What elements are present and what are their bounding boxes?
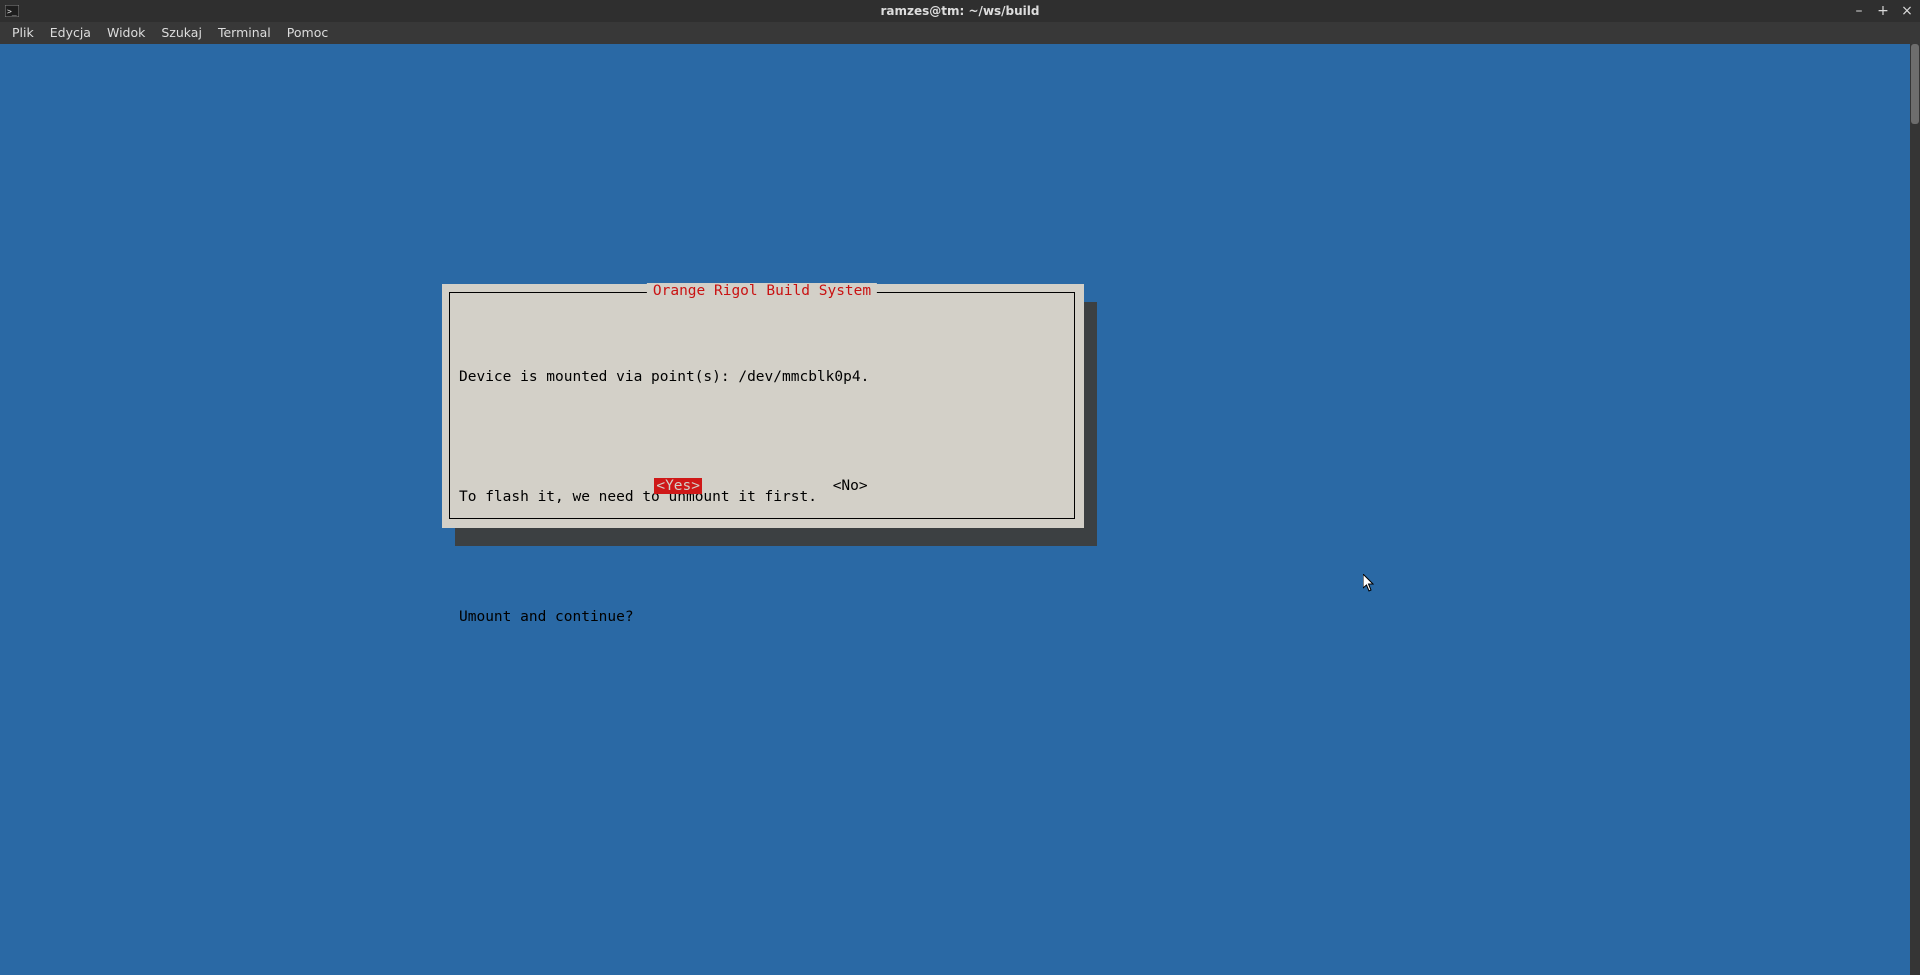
dialog: Orange Rigol Build System Device is moun… <box>442 284 1084 528</box>
cursor-icon <box>1363 574 1375 592</box>
window-controls: – + × <box>1852 4 1914 18</box>
no-button[interactable]: <No> <box>831 478 870 494</box>
menu-plik[interactable]: Plik <box>4 22 42 44</box>
titlebar: >_ ramzes@tm: ~/ws/build – + × <box>0 0 1920 22</box>
dialog-line: Device is mounted via point(s): /dev/mmc… <box>459 367 1065 387</box>
dialog-line <box>459 547 1065 567</box>
yes-button[interactable]: <Yes> <box>654 478 702 494</box>
dialog-line <box>459 427 1065 447</box>
scrollbar-thumb[interactable] <box>1911 44 1919 124</box>
menubar: Plik Edycja Widok Szukaj Terminal Pomoc <box>0 22 1920 44</box>
menu-szukaj[interactable]: Szukaj <box>153 22 210 44</box>
menu-terminal[interactable]: Terminal <box>210 22 279 44</box>
dialog-body: Device is mounted via point(s): /dev/mmc… <box>459 327 1065 667</box>
maximize-button[interactable]: + <box>1876 4 1890 18</box>
window-title: ramzes@tm: ~/ws/build <box>881 4 1040 18</box>
dialog-title: Orange Rigol Build System <box>647 283 877 299</box>
menu-pomoc[interactable]: Pomoc <box>279 22 336 44</box>
scrollbar-track[interactable] <box>1910 44 1920 975</box>
dialog-line: Umount and continue? <box>459 607 1065 627</box>
dialog-buttons: <Yes> <No> <box>450 478 1074 494</box>
svg-text:>_: >_ <box>7 7 17 16</box>
dialog-border: Orange Rigol Build System Device is moun… <box>449 292 1075 519</box>
close-button[interactable]: × <box>1900 4 1914 18</box>
menu-widok[interactable]: Widok <box>99 22 153 44</box>
terminal-icon: >_ <box>4 3 20 19</box>
terminal-area[interactable]: Orange Rigol Build System Device is moun… <box>0 44 1920 975</box>
minimize-button[interactable]: – <box>1852 4 1866 18</box>
menu-edycja[interactable]: Edycja <box>42 22 99 44</box>
